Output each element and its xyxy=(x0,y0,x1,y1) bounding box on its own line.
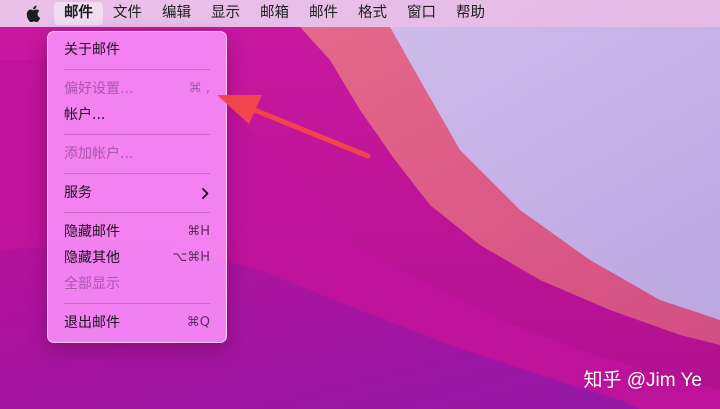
apple-logo-icon[interactable] xyxy=(18,0,48,27)
menu-item-about-mail[interactable]: 关于邮件 xyxy=(48,37,226,63)
menu-item-label: 全部显示 xyxy=(64,276,120,292)
menu-item-hide-mail[interactable]: 隐藏邮件 ⌘H xyxy=(48,219,226,245)
menu-item-hide-others[interactable]: 隐藏其他 ⌥⌘H xyxy=(48,245,226,271)
menu-mailbox[interactable]: 邮箱 xyxy=(250,2,299,25)
menu-format[interactable]: 格式 xyxy=(348,2,397,25)
menu-item-show-all: 全部显示 xyxy=(48,271,226,297)
menu-item-label: 隐藏邮件 xyxy=(64,224,120,240)
menu-item-label: 关于邮件 xyxy=(64,42,120,58)
menu-item-quit-mail[interactable]: 退出邮件 ⌘Q xyxy=(48,310,226,336)
menu-item-preferences: 偏好设置... ⌘ , xyxy=(48,76,226,102)
mail-menu-dropdown: 关于邮件 偏好设置... ⌘ , 帐户... 添加帐户... 服务 隐藏邮件 ⌘… xyxy=(47,31,227,343)
menu-item-label: 帐户... xyxy=(64,107,106,123)
menu-separator xyxy=(64,212,210,213)
menu-window[interactable]: 窗口 xyxy=(397,2,446,25)
menu-help[interactable]: 帮助 xyxy=(446,2,495,25)
menu-separator xyxy=(64,303,210,304)
menu-file[interactable]: 文件 xyxy=(103,2,152,25)
menu-item-shortcut: ⌘Q xyxy=(186,315,210,330)
menu-message[interactable]: 邮件 xyxy=(299,2,348,25)
watermark-text: 知乎 @Jim Ye xyxy=(583,370,702,391)
menu-item-label: 添加帐户... xyxy=(64,146,134,162)
menu-item-shortcut: ⌘ , xyxy=(188,81,210,96)
menu-edit[interactable]: 编辑 xyxy=(152,2,201,25)
menu-item-add-account: 添加帐户... xyxy=(48,141,226,167)
menu-item-label: 隐藏其他 xyxy=(64,250,120,266)
menu-bar: 邮件 文件 编辑 显示 邮箱 邮件 格式 窗口 帮助 xyxy=(0,0,720,27)
menu-item-label: 偏好设置... xyxy=(64,81,134,97)
menu-separator xyxy=(64,134,210,135)
menu-mail[interactable]: 邮件 xyxy=(54,2,103,25)
menu-view[interactable]: 显示 xyxy=(201,2,250,25)
menu-item-shortcut: ⌥⌘H xyxy=(172,250,210,265)
menu-item-label: 退出邮件 xyxy=(64,315,120,331)
menu-separator xyxy=(64,69,210,70)
menu-item-label: 服务 xyxy=(64,185,92,201)
menu-item-shortcut: ⌘H xyxy=(187,224,210,239)
menu-item-accounts[interactable]: 帐户... xyxy=(48,102,226,128)
chevron-right-icon xyxy=(202,188,209,199)
menu-separator xyxy=(64,173,210,174)
menu-item-services[interactable]: 服务 xyxy=(48,180,226,206)
